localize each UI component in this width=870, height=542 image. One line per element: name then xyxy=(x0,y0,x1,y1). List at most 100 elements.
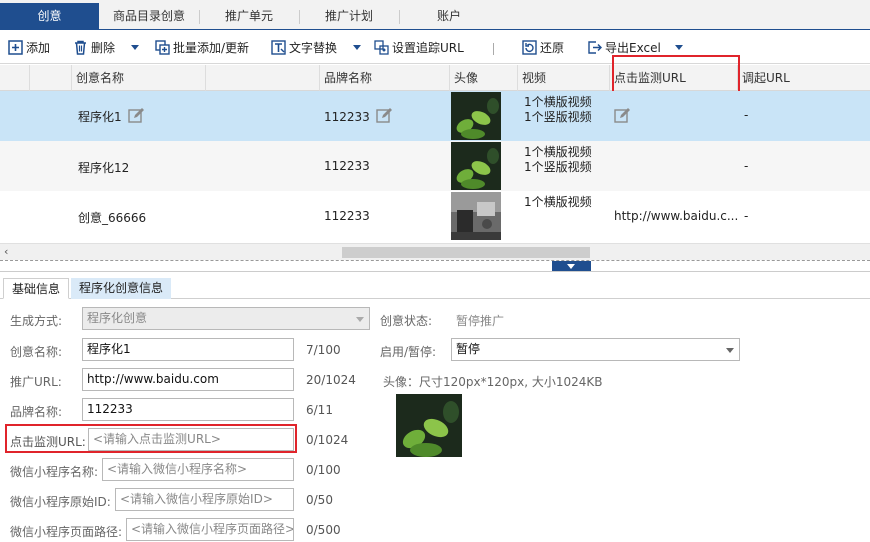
wx-id-input[interactable]: <请输入微信小程序原始ID> xyxy=(115,488,294,511)
col-header-invoke-url[interactable]: 调起URL xyxy=(738,65,870,91)
name-input[interactable]: 程序化1 xyxy=(82,338,294,361)
leaf-image xyxy=(396,394,462,457)
chevron-down-icon[interactable] xyxy=(674,45,683,50)
add-icon xyxy=(8,40,23,55)
highlight-box xyxy=(5,424,297,453)
wx-name-input[interactable]: <请输入微信小程序名称> xyxy=(102,458,294,481)
add-button[interactable]: 添加 xyxy=(8,39,50,57)
avatar-spec-label: 头像：尺寸120px*120px, 大小1024KB xyxy=(383,375,603,389)
tab-programmatic-info[interactable]: 程序化创意信息 xyxy=(71,278,172,299)
chevron-down-icon[interactable] xyxy=(130,45,139,50)
row-name: 程序化12 xyxy=(78,161,130,175)
url-count: 20/1024 xyxy=(306,373,356,387)
grid-header-check xyxy=(0,65,30,91)
batch-add-icon xyxy=(155,40,170,55)
avatar-thumbnail xyxy=(451,92,501,140)
status-value: 暂停推广 xyxy=(456,314,505,328)
col-header-brand[interactable]: 品牌名称 xyxy=(320,65,450,91)
delete-label: 删除 xyxy=(91,41,116,55)
collapse-toggle[interactable] xyxy=(552,261,591,271)
horizontal-scrollbar[interactable]: ‹ xyxy=(0,243,870,260)
tracking-url-label: 设置追踪URL xyxy=(392,41,464,55)
row-brand: 112233 xyxy=(324,209,370,223)
col-header-video[interactable]: 视频 xyxy=(518,65,610,91)
table-row[interactable]: 创意_66666 112233 1个横版视频 http://www.baidu.… xyxy=(0,191,870,241)
gen-method-label: 生成方式: xyxy=(10,314,63,328)
restore-icon xyxy=(522,40,537,55)
room-image xyxy=(451,192,501,240)
set-tracking-url-button[interactable]: 设置追踪URL xyxy=(374,39,464,57)
col-header-name[interactable]: 创意名称 xyxy=(72,65,206,91)
highlight-box xyxy=(612,55,740,94)
wx-id-count: 0/50 xyxy=(306,493,333,507)
tab-account[interactable]: 账户 xyxy=(400,3,498,30)
brand-count: 6/11 xyxy=(306,403,333,417)
leaf-image xyxy=(451,142,501,190)
tab-ad-unit[interactable]: 推广单元 xyxy=(200,3,298,30)
row-click-url: http://www.baidu.c... xyxy=(614,209,739,223)
table-row[interactable]: 程序化1 112233 1个横版视频 1个竖版视频 - xyxy=(0,91,870,141)
trash-icon xyxy=(75,40,86,55)
table-row[interactable]: 程序化12 112233 1个横版视频 1个竖版视频 - xyxy=(0,141,870,191)
col-header-blank xyxy=(206,65,320,91)
wx-path-count: 0/500 xyxy=(306,523,341,537)
wx-name-label: 微信小程序名称: xyxy=(10,465,99,479)
wx-name-count: 0/100 xyxy=(306,463,341,477)
detail-tabs: 基础信息 程序化创意信息 xyxy=(0,277,870,299)
row-invoke-url: - xyxy=(744,209,749,223)
tab-campaign[interactable]: 推广计划 xyxy=(300,3,398,30)
row-invoke-url: - xyxy=(744,108,749,122)
col-header-avatar[interactable]: 头像 xyxy=(450,65,518,91)
row-brand: 112233 xyxy=(324,108,392,124)
row-click-url xyxy=(614,108,630,124)
restore-label: 还原 xyxy=(540,41,565,55)
export-label: 导出Excel xyxy=(605,41,661,55)
grid-header-index xyxy=(30,65,72,91)
chevron-down-icon[interactable] xyxy=(352,45,361,50)
tab-creative[interactable]: 创意 xyxy=(0,3,99,30)
edit-icon[interactable] xyxy=(127,108,144,124)
chevron-down-icon xyxy=(726,348,734,353)
brand-label: 品牌名称: xyxy=(10,405,63,419)
text-replace-button[interactable]: 文字替换 xyxy=(271,39,361,57)
leaf-image xyxy=(451,92,501,140)
tab-basic-info[interactable]: 基础信息 xyxy=(3,278,70,299)
click-url-count: 0/1024 xyxy=(306,433,349,447)
row-video1: 1个横版视频 xyxy=(524,195,592,209)
wx-id-label: 微信小程序原始ID: xyxy=(10,495,111,509)
enable-label: 启用/暂停: xyxy=(380,345,437,359)
panel-splitter[interactable] xyxy=(0,260,870,272)
brand-input[interactable]: 112233 xyxy=(82,398,294,421)
text-replace-label: 文字替换 xyxy=(289,41,338,55)
avatar-preview[interactable] xyxy=(396,394,462,457)
edit-icon[interactable] xyxy=(614,108,630,124)
name-label: 创意名称: xyxy=(10,345,63,359)
wx-path-input[interactable]: <请输入微信小程序页面路径> xyxy=(126,518,294,541)
batch-add-label: 批量添加/更新 xyxy=(173,41,250,55)
status-label: 创意状态: xyxy=(380,314,433,328)
scroll-left-icon[interactable]: ‹ xyxy=(4,245,8,258)
avatar-thumbnail xyxy=(451,142,501,190)
avatar-thumbnail xyxy=(451,192,501,240)
export-icon xyxy=(588,41,602,54)
chevron-down-icon xyxy=(356,317,364,322)
name-count: 7/100 xyxy=(306,343,341,357)
edit-icon[interactable] xyxy=(376,108,392,124)
row-video2: 1个竖版视频 xyxy=(524,110,592,124)
url-label: 推广URL: xyxy=(10,375,62,389)
toolbar-divider xyxy=(493,43,494,55)
tab-catalog-creative[interactable]: 商品目录创意 xyxy=(100,3,198,30)
delete-button[interactable]: 删除 xyxy=(73,39,139,57)
row-name: 创意_66666 xyxy=(78,211,147,225)
scrollbar-thumb[interactable] xyxy=(342,247,590,258)
text-replace-icon xyxy=(271,40,286,55)
tracking-url-icon xyxy=(374,40,389,55)
gen-method-select[interactable]: 程序化创意 xyxy=(82,307,370,330)
restore-button[interactable]: 还原 xyxy=(522,39,564,57)
main-tabs: 创意 商品目录创意 推广单元 推广计划 账户 xyxy=(0,0,870,30)
enable-select[interactable]: 暂停 xyxy=(451,338,740,361)
batch-add-button[interactable]: 批量添加/更新 xyxy=(155,39,249,57)
row-invoke-url: - xyxy=(744,159,749,173)
url-input[interactable]: http://www.baidu.com xyxy=(82,368,294,391)
wx-path-label: 微信小程序页面路径: xyxy=(10,525,123,539)
